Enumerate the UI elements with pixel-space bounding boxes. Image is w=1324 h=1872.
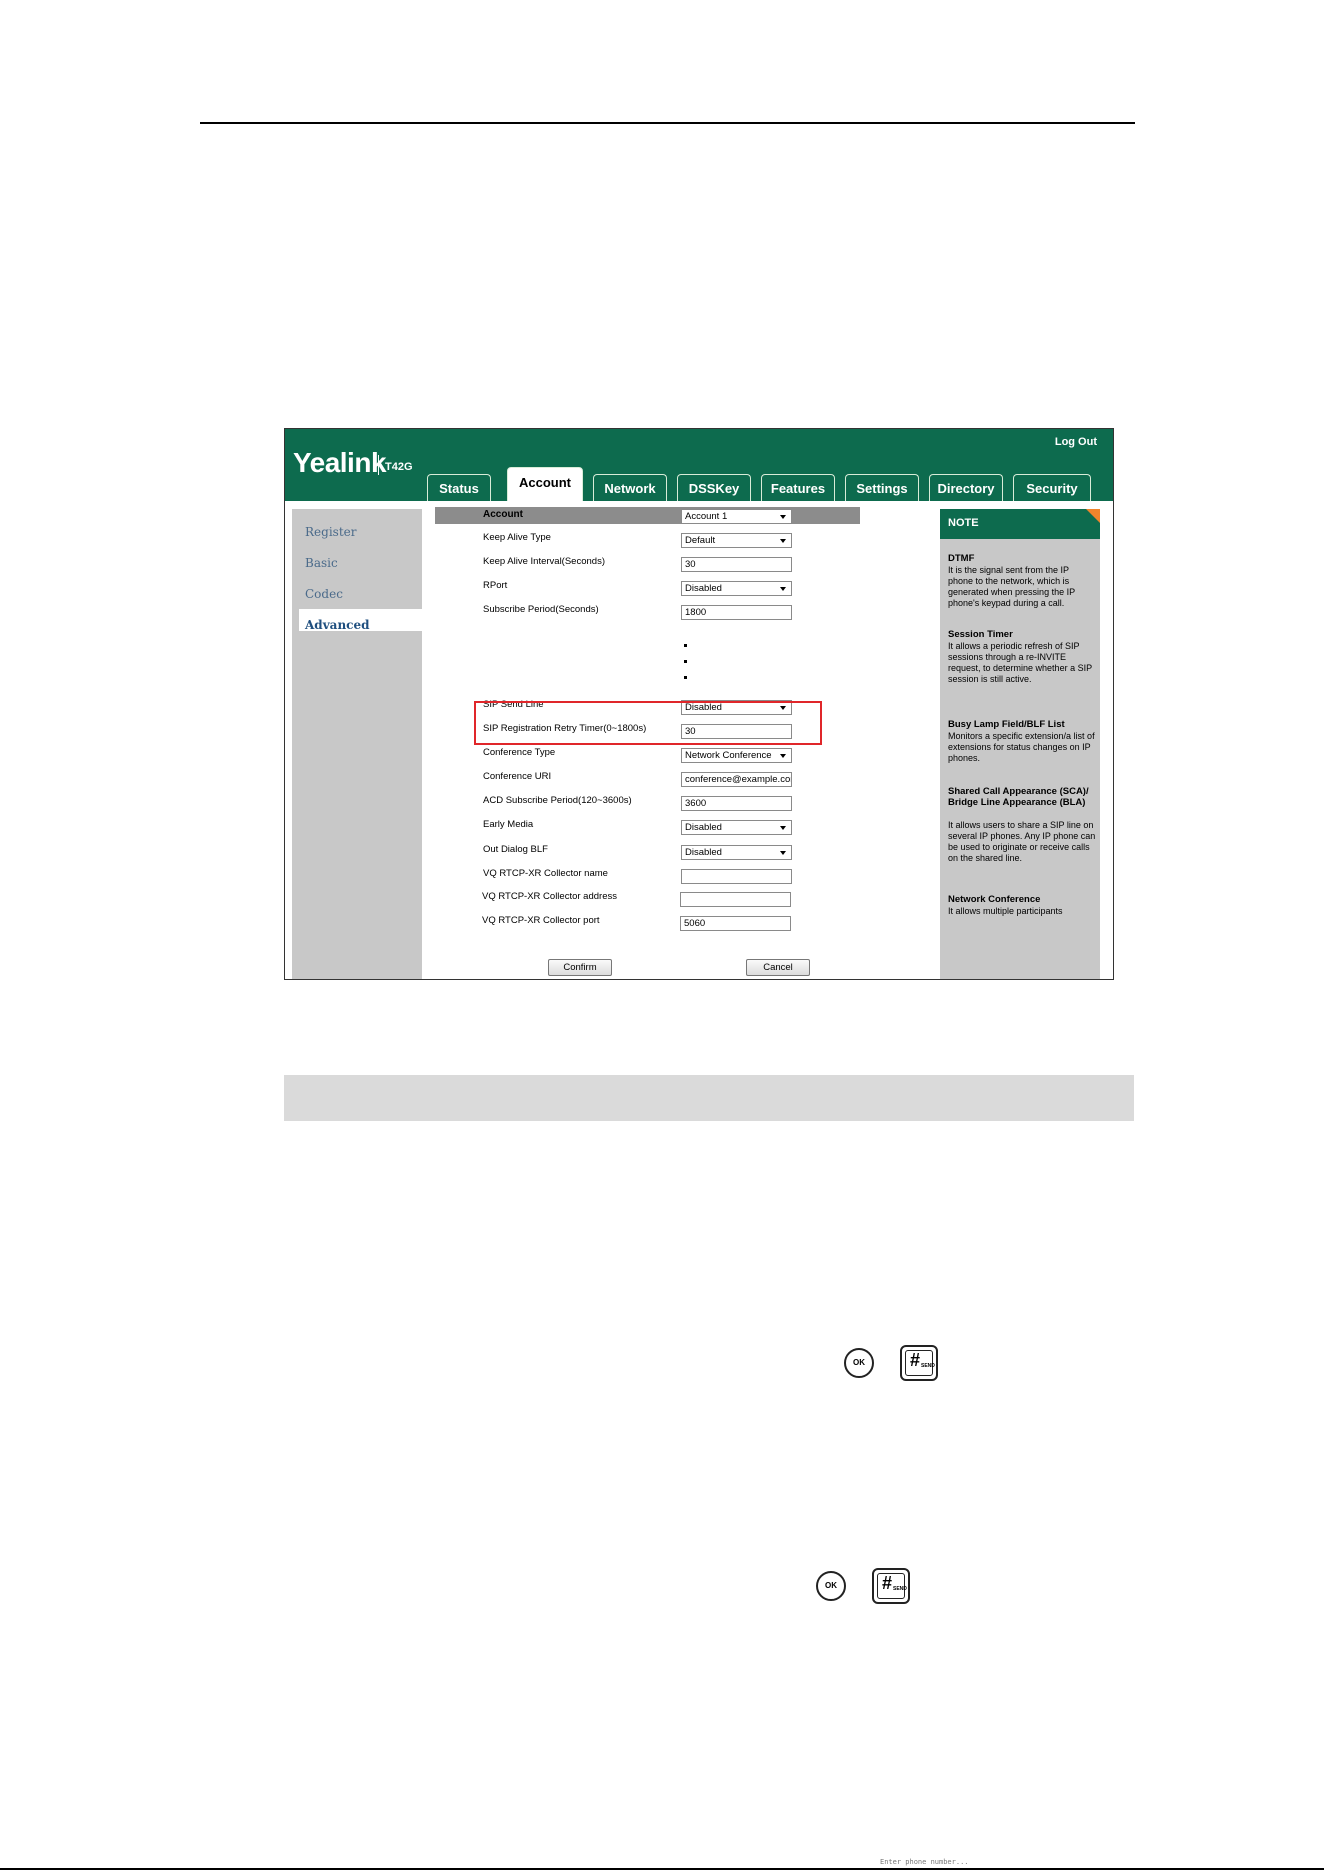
ok-key-icon: OK — [816, 1571, 846, 1601]
vq-collector-port-input[interactable]: 5060 — [680, 916, 791, 931]
vq-collector-address-input[interactable] — [680, 892, 791, 907]
footer-scribble: Enter phone number... — [880, 1858, 969, 1866]
send-key-hash: # — [882, 1573, 893, 1593]
send-key-label: SEND — [893, 1586, 907, 1592]
cancel-button[interactable]: Cancel — [746, 959, 810, 976]
section-gray-bar — [284, 1075, 1134, 1121]
vq-collector-port-label: VQ RTCP-XR Collector port — [482, 915, 600, 926]
send-key-label: SEND — [921, 1363, 935, 1369]
send-key-icon: # SEND — [872, 1568, 910, 1604]
vq-collector-address-label: VQ RTCP-XR Collector address — [482, 891, 617, 902]
header-rule — [200, 122, 1135, 124]
web-ui-lower-rows: VQ RTCP-XR Collector address VQ RTCP-XR … — [284, 428, 1112, 978]
footer-rule — [0, 1868, 1324, 1870]
confirm-button[interactable]: Confirm — [548, 959, 612, 976]
send-key-hash: # — [910, 1350, 921, 1370]
send-key-icon: # SEND — [900, 1345, 938, 1381]
ok-key-icon: OK — [844, 1348, 874, 1378]
